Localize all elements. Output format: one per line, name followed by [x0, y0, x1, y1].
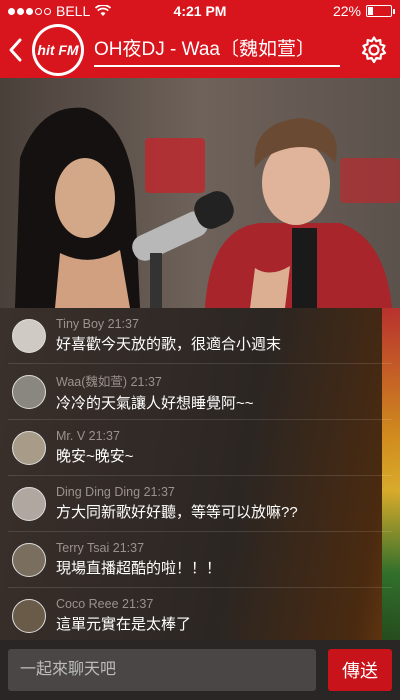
message-text: 這單元實在是太棒了 — [56, 616, 192, 633]
chevron-left-icon — [9, 38, 22, 62]
station-logo[interactable]: hit FM — [32, 24, 84, 76]
message-time: 21:37 — [88, 429, 120, 443]
message-meta: Coco Reee 21:37 — [56, 597, 191, 611]
message-meta: Mr. V 21:37 — [56, 429, 134, 443]
status-time: 4:21 PM — [173, 3, 227, 19]
list-item: Mr. V 21:37 晚安~晚安~ — [8, 420, 392, 476]
gear-icon — [361, 36, 387, 64]
header: hit FM OH夜DJ - Waa〔魏如萱〕 — [0, 22, 400, 78]
signal-icon — [8, 7, 51, 15]
wifi-icon — [95, 5, 112, 16]
message-text: 方大同新歌好好聽，等等可以放嘛?? — [56, 504, 298, 521]
message-time: 21:37 — [122, 597, 154, 611]
battery-percent: 22% — [332, 3, 361, 19]
message-meta: Terry Tsai 21:37 — [56, 541, 221, 555]
back-button[interactable] — [0, 22, 30, 78]
avatar[interactable] — [12, 430, 46, 465]
list-item: Waa(魏如萱) 21:37 冷冷的天氣讓人好想睡覺阿~~ — [8, 364, 392, 420]
list-item: Tiny Boy 21:37 好喜歡今天放的歌，很適合小週末 — [8, 308, 392, 364]
video-frame — [0, 78, 400, 308]
message-text: 現場直播超酷的啦！！！ — [56, 560, 222, 577]
message-time: 21:37 — [112, 541, 145, 555]
message-user: Mr. V — [56, 429, 86, 443]
message-time: 21:37 — [107, 317, 139, 331]
list-item: Ding Ding Ding 21:37 方大同新歌好好聽，等等可以放嘛?? — [8, 476, 392, 532]
battery-icon — [366, 5, 395, 17]
chat-list[interactable]: Tiny Boy 21:37 好喜歡今天放的歌，很適合小週末 Waa(魏如萱) … — [0, 308, 400, 640]
message-user: Waa(魏如萱) — [56, 374, 128, 389]
message-meta: Tiny Boy 21:37 — [56, 317, 281, 331]
list-item: Terry Tsai 21:37 現場直播超酷的啦！！！ — [8, 532, 392, 588]
chat-input[interactable] — [8, 649, 316, 691]
avatar[interactable] — [12, 374, 46, 409]
video-feed[interactable] — [0, 78, 400, 308]
title-wrap: OH夜DJ - Waa〔魏如萱〕 — [94, 34, 340, 67]
avatar[interactable] — [12, 318, 46, 353]
message-text: 好喜歡今天放的歌，很適合小週末 — [56, 336, 282, 353]
message-time: 21:37 — [130, 374, 162, 389]
avatar[interactable] — [12, 542, 46, 577]
message-time: 21:37 — [143, 485, 175, 499]
page-title: OH夜DJ - Waa〔魏如萱〕 — [94, 38, 315, 60]
message-meta: Waa(魏如萱) 21:37 — [56, 371, 254, 390]
list-item: Coco Reee 21:37 這單元實在是太棒了 — [8, 588, 392, 640]
message-user: Coco Reee — [56, 597, 119, 611]
message-user: Terry Tsai — [56, 541, 110, 555]
message-user: Tiny Boy — [56, 317, 105, 331]
logo-text: hit FM — [35, 27, 81, 73]
status-bar: BELL 4:21 PM 22% — [0, 0, 400, 22]
send-button[interactable]: 傳送 — [328, 649, 392, 691]
carrier-label: BELL — [56, 3, 91, 19]
message-text: 晚安~晚安~ — [56, 448, 134, 465]
avatar[interactable] — [12, 486, 46, 521]
message-meta: Ding Ding Ding 21:37 — [56, 485, 298, 499]
settings-button[interactable] — [354, 30, 394, 70]
input-bar: 傳送 — [0, 640, 400, 700]
avatar[interactable] — [12, 598, 46, 633]
message-user: Ding Ding Ding — [56, 485, 141, 499]
message-text: 冷冷的天氣讓人好想睡覺阿~~ — [56, 394, 254, 412]
